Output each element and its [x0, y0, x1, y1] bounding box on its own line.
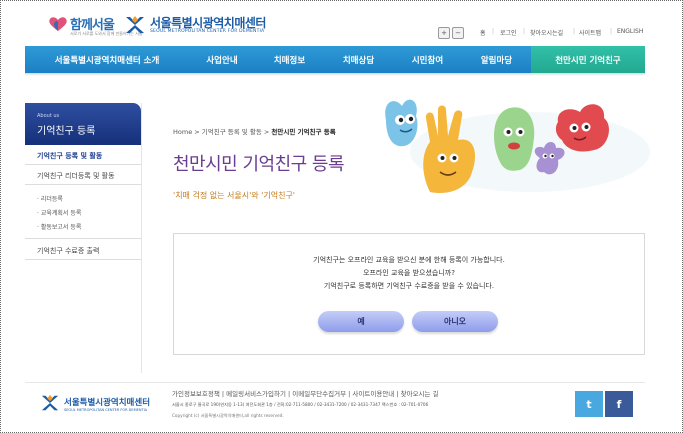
footer-links[interactable]: 가인정보보호정책 | 메일링서비스가입하기 | 이메일무단수집거부 | 사이트이… [172, 388, 439, 398]
heart-logo-icon[interactable] [48, 16, 68, 32]
registration-dialog [173, 233, 645, 355]
util-login-link[interactable]: 로그인 [500, 28, 517, 37]
nav-item-dementia-info[interactable]: 치매정보 [255, 46, 324, 73]
twitter-icon[interactable]: t [575, 391, 603, 417]
util-separator: | [523, 28, 526, 35]
side-divider [25, 238, 141, 239]
side-item-leader[interactable]: 기억친구 리더등록 및 활동 [37, 171, 115, 181]
side-subitem-label: 리더등록 [40, 196, 63, 203]
footer-logo-name: 서울특별시광역치매센터 [64, 398, 151, 408]
nav-item-memory-friend[interactable]: 천만시민 기억친구 [531, 46, 645, 73]
nav-item-center-intro[interactable]: 서울특별시광역치매센터 소개 [25, 46, 189, 73]
side-vertical-divider [141, 103, 142, 373]
util-separator: | [492, 28, 495, 35]
footer-logo-english: SEOUL METROPOLITAN CENTER FOR DEMENTIA [64, 408, 148, 412]
util-separator: | [573, 28, 576, 35]
side-title: 기억친구 등록 [37, 126, 96, 137]
util-english-link[interactable]: ENGLISH [617, 28, 643, 35]
zoom-out-button[interactable]: − [452, 27, 464, 39]
side-about-label: About us [37, 113, 60, 119]
page-title: 천만시민 기억친구 등록 [173, 154, 345, 175]
footer-logo-icon [41, 394, 59, 411]
yes-button[interactable]: 예 [318, 311, 404, 332]
facebook-icon[interactable]: f [605, 391, 633, 417]
util-separator: | [610, 28, 613, 35]
util-directions-link[interactable]: 찾아오시는길 [530, 28, 563, 37]
center-logo-english: SEOUL METROPOLITAN CENTER FOR DEMENTIA [150, 29, 265, 34]
side-subitem-label: 활동보고서 등록 [40, 224, 82, 231]
nav-item-business[interactable]: 사업안내 [189, 46, 255, 73]
breadcrumb-path[interactable]: Home > 기억친구 등록 및 활동 > [173, 128, 269, 136]
side-subitem-leader-register[interactable]: · 리더등록 [37, 194, 63, 203]
side-subitem-report[interactable]: · 활동보고서 등록 [37, 222, 81, 231]
page-subtitle: '치매 걱정 없는 서울시'와 '기억친구' [173, 191, 296, 200]
no-button[interactable]: 아니오 [412, 311, 498, 332]
side-subitem-label: 교육계획서 등록 [40, 210, 82, 217]
nav-item-citizen[interactable]: 시민참여 [393, 46, 462, 73]
util-sitemap-link[interactable]: 사이트맵 [579, 28, 601, 37]
side-divider [25, 184, 141, 185]
breadcrumb: Home > 기억친구 등록 및 활동 > 천만시민 기억친구 등록 [173, 126, 336, 136]
center-logo-icon[interactable] [124, 14, 146, 36]
footer-copyright: Copyright (c) 서울특별시광역치매센터,all rights res… [172, 413, 284, 418]
side-divider [25, 259, 141, 260]
util-home-link[interactable]: 홈 [480, 28, 486, 37]
side-item-register[interactable]: 기억친구 등록 및 활동 [37, 151, 102, 161]
footer-divider [25, 382, 645, 383]
breadcrumb-current: 천만시민 기억친구 등록 [271, 128, 336, 136]
nav-item-dementia-consult[interactable]: 치매상담 [324, 46, 393, 73]
side-subitem-plan[interactable]: · 교육계획서 등록 [37, 208, 81, 217]
dialog-message-line-1: 기억친구는 오프라인 교육을 받으신 분에 한해 등록이 가능합니다. [313, 256, 505, 264]
nav-item-notice[interactable]: 알림마당 [462, 46, 531, 73]
nav-shadow [25, 73, 645, 76]
zoom-in-button[interactable]: + [438, 27, 450, 39]
footer-address: 서울시 종로구 율곡로 190(연지동 1-13) 여전도회관 1층 / 전화:… [172, 402, 429, 407]
side-divider [25, 164, 141, 165]
side-item-certificate[interactable]: 기억친구 수료증 출력 [37, 246, 99, 256]
dialog-message-line-3: 기억친구로 등록하면 기억친구 수료증을 받을 수 있습니다. [323, 282, 495, 290]
dialog-message-line-2: 오프라인 교육을 받으셨습니까? [363, 269, 455, 277]
mascot-characters-illustration [385, 99, 650, 194]
main-nav: 서울특별시광역치매센터 소개 사업안내 치매정보 치매상담 시민참여 알림마당 … [25, 46, 645, 73]
